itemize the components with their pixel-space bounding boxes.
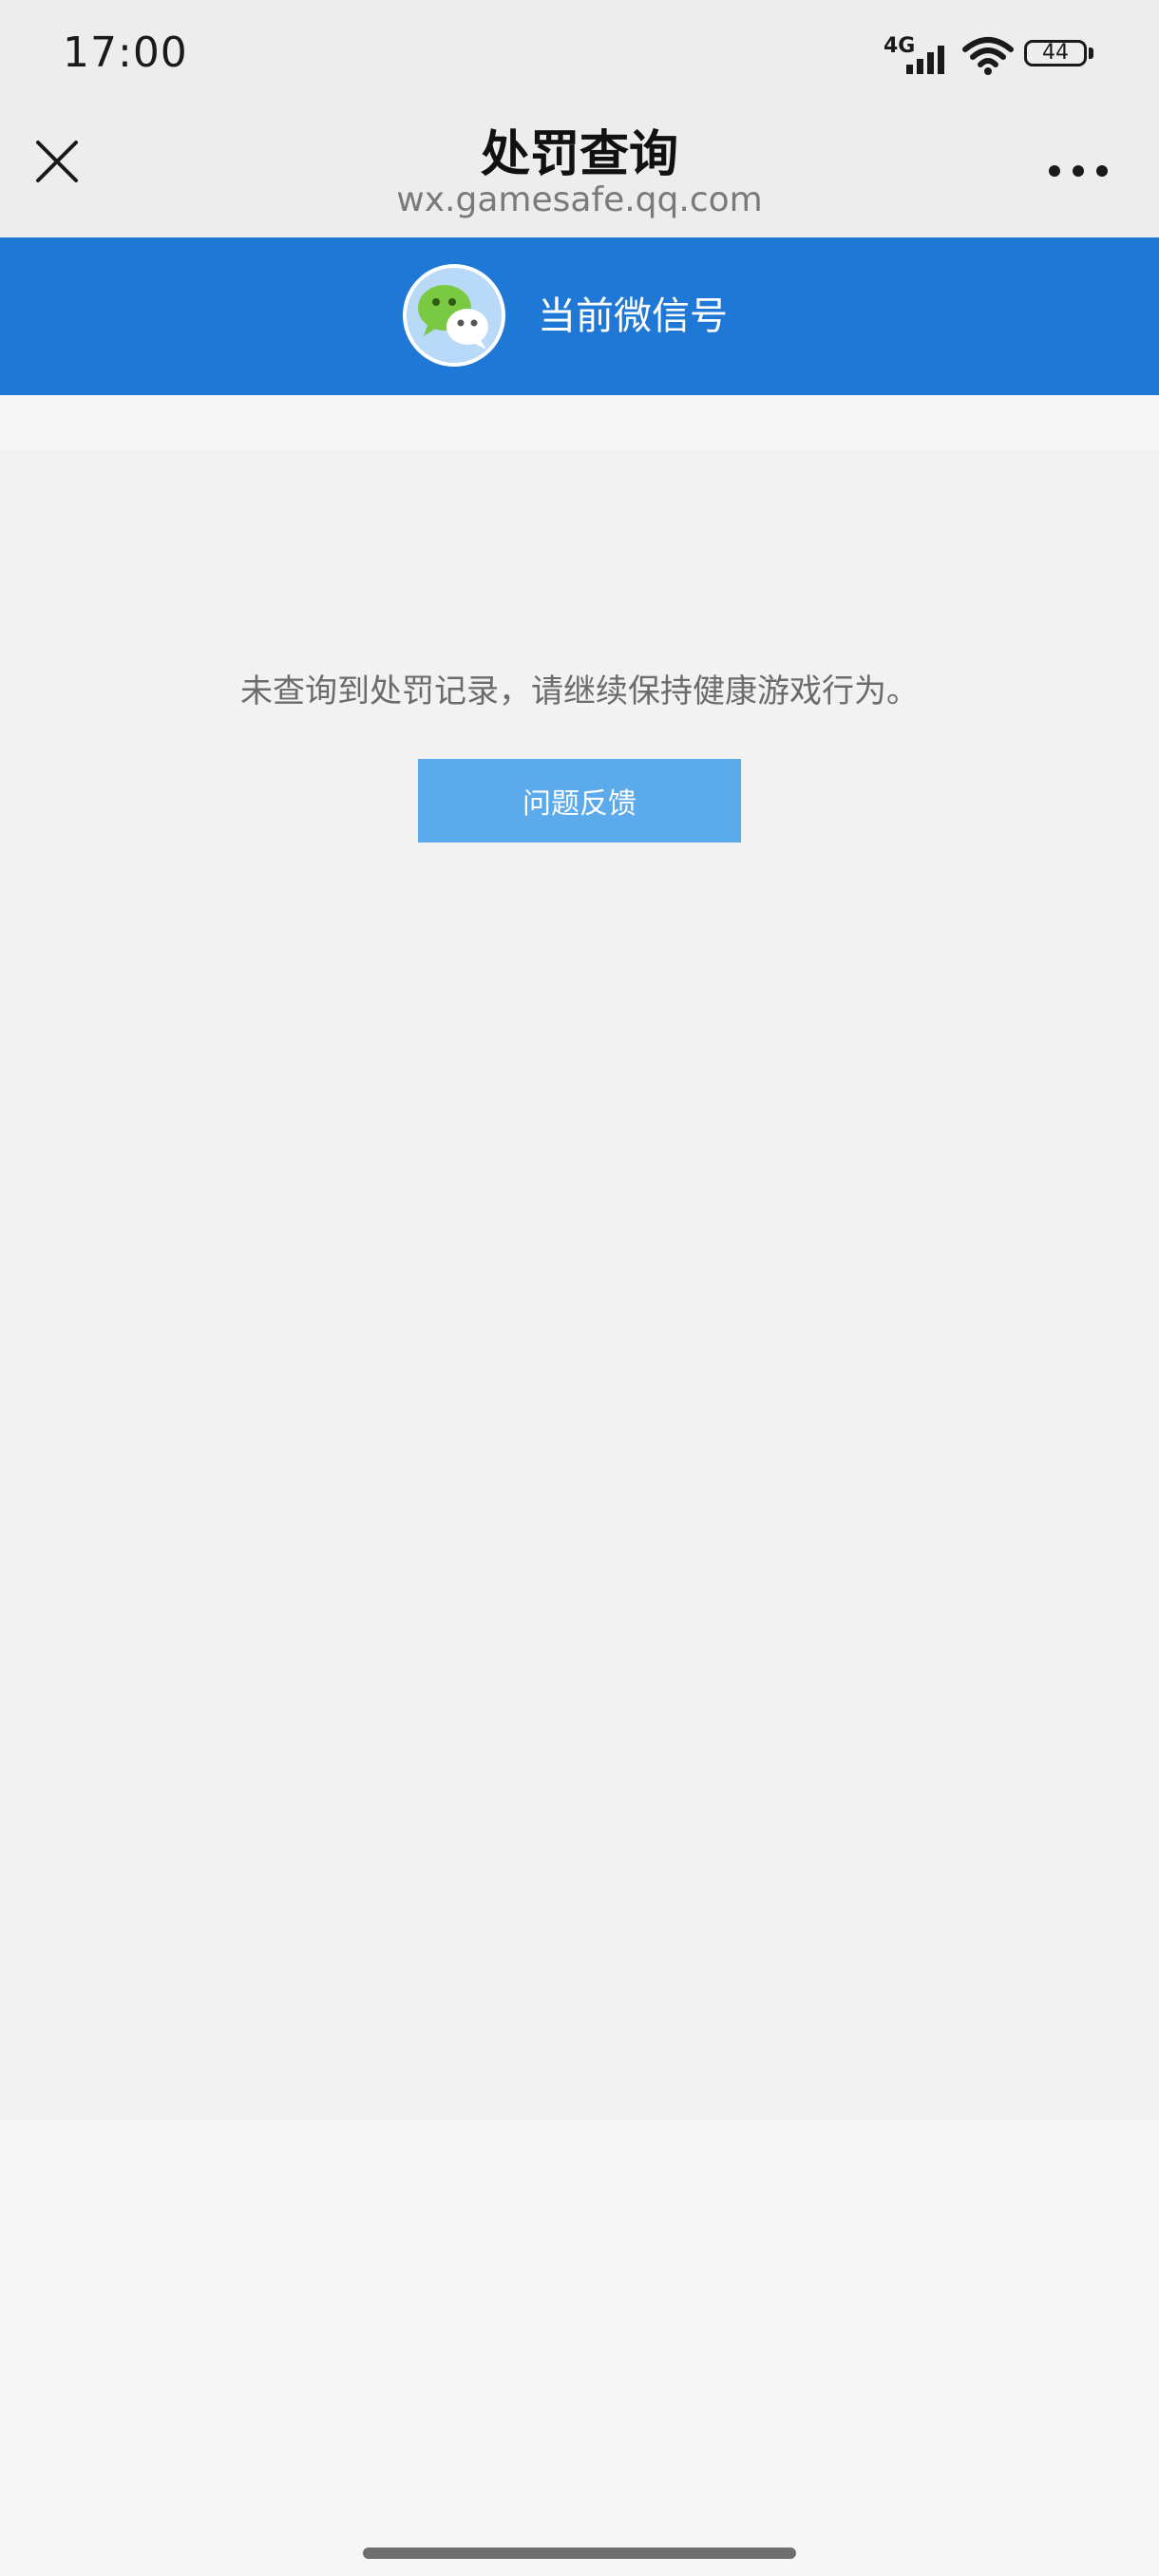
status-icons: 4G 44 — [884, 30, 1112, 84]
wechat-logo-icon — [418, 285, 488, 350]
avatar — [403, 264, 505, 367]
header-divider-strip — [0, 395, 1159, 450]
page-url: wx.gamesafe.qq.com — [396, 180, 763, 219]
wifi-icon — [962, 37, 1014, 75]
battery-icon: 44 — [1024, 40, 1087, 66]
battery-tip — [1089, 47, 1093, 59]
screen: 17:00 4G 44 处罚查询 wx.gamesafe.qq.com 当前微信… — [0, 0, 1159, 2576]
no-record-message: 未查询到处罚记录，请继续保持健康游戏行为。 — [240, 672, 919, 710]
more-options-icon[interactable] — [1045, 152, 1112, 190]
nav-bar: 处罚查询 wx.gamesafe.qq.com — [0, 104, 1159, 237]
main-content: 未查询到处罚记录，请继续保持健康游戏行为。 问题反馈 — [0, 450, 1159, 2120]
account-header: 当前微信号 — [0, 237, 1159, 395]
home-indicator[interactable] — [363, 2548, 796, 2559]
signal-icon — [906, 46, 944, 74]
status-time: 17:00 — [63, 28, 188, 77]
current-account-label: 当前微信号 — [538, 294, 728, 338]
feedback-button[interactable]: 问题反馈 — [418, 759, 741, 843]
page-title: 处罚查询 — [480, 126, 678, 183]
status-bar: 17:00 4G 44 — [0, 0, 1159, 104]
